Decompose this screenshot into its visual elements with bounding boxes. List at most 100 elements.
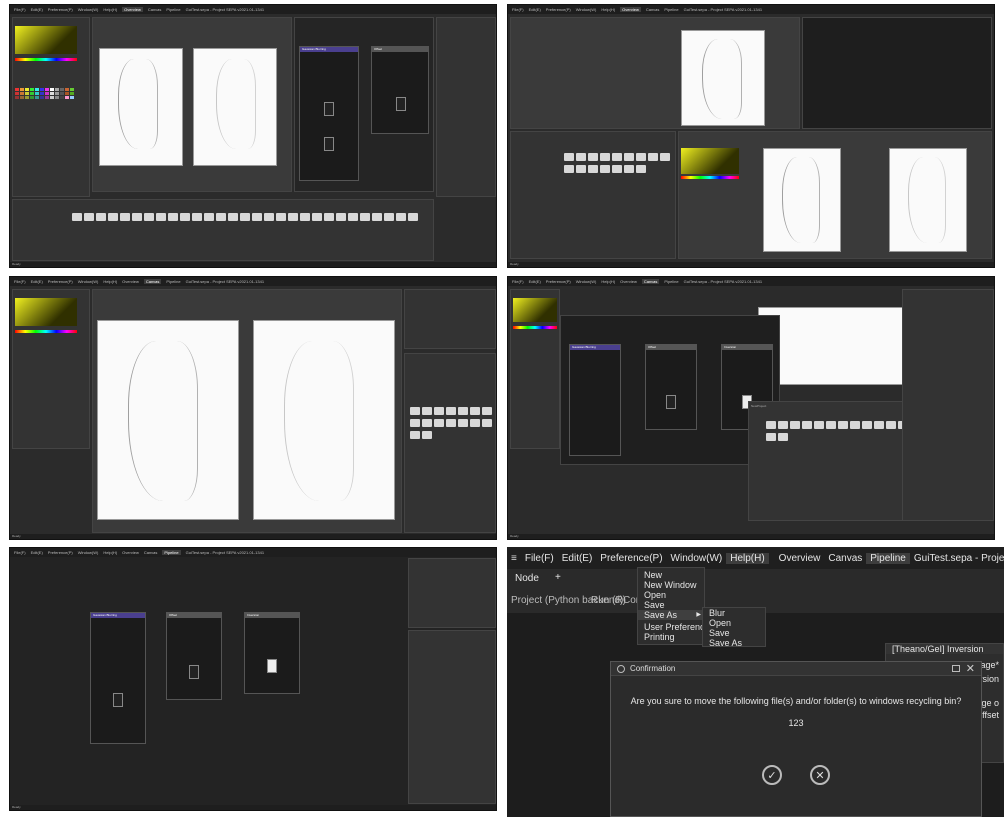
menu-preference[interactable]: Preference(P) — [48, 550, 73, 555]
menu-item-new-window[interactable]: New Window — [638, 580, 704, 590]
menu-file[interactable]: File(F) — [14, 7, 26, 12]
menu-item-user-preference[interactable]: User Preference — [638, 622, 710, 632]
hue-slider[interactable] — [15, 330, 77, 333]
menu-help[interactable]: Help(H) — [103, 550, 117, 555]
node-gaussian-blurring[interactable]: Gaussian Blurring — [569, 344, 621, 456]
tab-pipeline[interactable]: Pipeline — [166, 7, 180, 12]
tab-canvas[interactable]: Canvas — [646, 7, 660, 12]
menu-preference[interactable]: Preference(P) — [48, 7, 73, 12]
menubar: File(F) Edit(E) Preference(P) Window(W) … — [10, 5, 496, 14]
submenu-item-open[interactable]: Open — [703, 618, 765, 628]
tab-pipeline[interactable]: Pipeline — [664, 279, 678, 284]
add-tab-button[interactable]: + — [551, 572, 565, 583]
tab-canvas[interactable]: Canvas — [824, 553, 866, 564]
menu-edit[interactable]: Edit(E) — [31, 7, 43, 12]
confirm-button[interactable]: ✓ — [762, 765, 782, 785]
menu-preference[interactable]: Preference(P) — [596, 553, 666, 564]
floating-explorer-window[interactable]: NewProject — [748, 401, 928, 521]
menu-file[interactable]: File(F) — [521, 553, 558, 564]
palette-panel — [510, 289, 560, 449]
color-swatches[interactable] — [15, 88, 74, 99]
cancel-button[interactable]: ✕ — [810, 765, 830, 785]
menu-help[interactable]: Help(H) — [601, 7, 615, 12]
canvas-image — [681, 30, 765, 126]
node-offset[interactable]: Offset — [371, 46, 429, 134]
menu-help[interactable]: Help(H) — [726, 552, 769, 564]
tab-overview[interactable]: Overview — [122, 550, 139, 555]
menu-edit[interactable]: Edit(E) — [31, 550, 43, 555]
menu-window[interactable]: Window(W) — [576, 7, 597, 12]
menu-file[interactable]: File(F) — [14, 279, 26, 284]
inspector-panel — [902, 289, 994, 521]
tab-pipeline[interactable]: Pipeline — [162, 550, 181, 555]
tab-canvas[interactable]: Canvas — [641, 279, 660, 284]
hue-slider[interactable] — [513, 326, 557, 329]
view-panel — [92, 289, 402, 533]
menu-file[interactable]: File(F) — [14, 550, 26, 555]
menu-preference[interactable]: Preference(P) — [546, 279, 571, 284]
node-gaussian-blurring[interactable]: Gaussian Blurring — [90, 612, 146, 744]
tab-overview[interactable]: Overview — [620, 7, 641, 12]
node-output-preview — [267, 659, 277, 673]
tab-pipeline[interactable]: Pipeline — [166, 279, 180, 284]
menu-edit[interactable]: Edit(E) — [31, 279, 43, 284]
node-title: Gaussian Blurring — [300, 47, 358, 52]
tab-overview[interactable]: Overview — [620, 279, 637, 284]
color-picker[interactable] — [513, 298, 557, 322]
node-gaussian-blurring[interactable]: Gaussian Blurring — [299, 46, 359, 181]
window-title: GuiTest.sepa - Projec — [913, 552, 1004, 564]
inspector-panel — [436, 17, 496, 197]
menu-edit[interactable]: Edit(E) — [529, 279, 541, 284]
menu-file[interactable]: File(F) — [512, 279, 524, 284]
menu-item-save-as[interactable]: Save As ▶ — [638, 610, 704, 620]
status-bar: Ready — [10, 262, 496, 267]
node-output-preview — [396, 97, 406, 111]
menu-help[interactable]: Help(H) — [103, 7, 117, 12]
menu-file[interactable]: File(F) — [512, 7, 524, 12]
submenu-item-blur[interactable]: Blur — [703, 608, 765, 618]
menu-window[interactable]: Window(W) — [78, 550, 99, 555]
node-offset[interactable]: Offset — [166, 612, 222, 700]
tab-canvas[interactable]: Canvas — [148, 7, 162, 12]
tab-overview[interactable]: Overview — [122, 279, 139, 284]
menu-preference[interactable]: Preference(P) — [48, 279, 73, 284]
hue-slider[interactable] — [681, 176, 739, 179]
menubar: File(F) Edit(E) Preference(P) Window(W) … — [508, 5, 994, 14]
menu-item-save[interactable]: Save — [638, 600, 704, 610]
menu-window[interactable]: Window(W) — [667, 553, 727, 564]
submenu-item-save-as[interactable]: Save As — [703, 638, 765, 648]
maximize-icon[interactable] — [951, 665, 960, 672]
menu-window[interactable]: Window(W) — [78, 7, 99, 12]
color-picker[interactable] — [681, 148, 739, 174]
node-output-preview — [189, 665, 199, 679]
tab-overview[interactable]: Overview — [122, 7, 143, 12]
node-inversion[interactable]: Inversion — [244, 612, 300, 694]
tab-pipeline[interactable]: Pipeline — [866, 552, 910, 564]
menu-item-printing[interactable]: Printing — [638, 632, 704, 642]
menu-help[interactable]: Help(H) — [601, 279, 615, 284]
menu-item-open[interactable]: Open — [638, 590, 704, 600]
file-explorer-panel — [404, 353, 496, 533]
menu-edit[interactable]: Edit(E) — [529, 7, 541, 12]
tab-canvas[interactable]: Canvas — [144, 550, 158, 555]
tab-pipeline[interactable]: Pipeline — [664, 7, 678, 12]
menu-help[interactable]: Help(H) — [103, 279, 117, 284]
menu-window[interactable]: Window(W) — [576, 279, 597, 284]
menu-preference[interactable]: Preference(P) — [546, 7, 571, 12]
menu-edit[interactable]: Edit(E) — [558, 553, 597, 564]
node-tab[interactable]: Node — [511, 573, 543, 584]
tab-overview[interactable]: Overview — [775, 553, 825, 564]
hue-slider[interactable] — [15, 58, 77, 61]
node-offset[interactable]: Offset — [645, 344, 697, 430]
floating-node-window[interactable]: Gaussian Blurring Offset Inversion — [560, 315, 780, 465]
close-icon: ✕ — [815, 769, 825, 782]
menu-window[interactable]: Window(W) — [78, 279, 99, 284]
dialog-item: 123 — [788, 718, 804, 728]
status-bar: Ready — [10, 805, 496, 810]
menu-item-new[interactable]: New — [638, 570, 704, 580]
submenu-item-save[interactable]: Save — [703, 628, 765, 638]
close-icon[interactable]: ✕ — [966, 662, 975, 675]
tab-canvas[interactable]: Canvas — [143, 279, 162, 284]
color-picker[interactable] — [15, 298, 77, 326]
color-picker[interactable] — [15, 26, 77, 54]
